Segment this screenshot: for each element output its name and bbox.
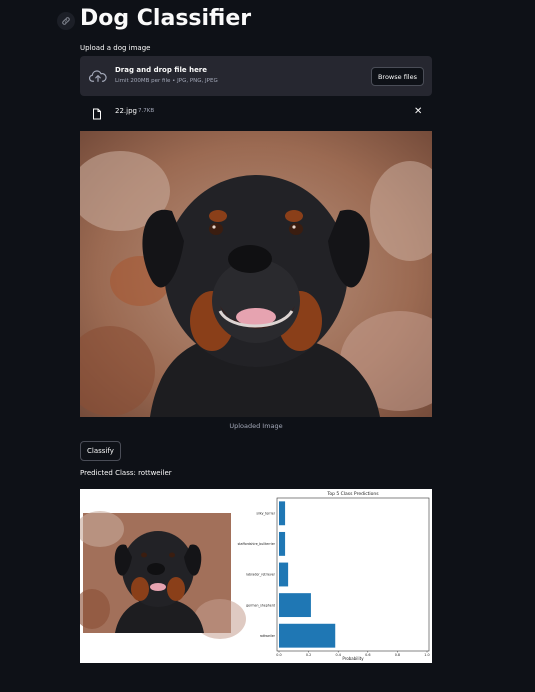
chart-y-tick-label: staffordshire_bullterrier [238,542,276,546]
browse-files-button[interactable]: Browse files [370,67,424,86]
chart-x-tick-label: 0.6 [365,653,370,657]
chart-y-tick-label: silky_terrier [256,512,275,516]
chart-bar-labrador_retriever [279,562,289,587]
chart-x-tick-label: 0.8 [395,653,400,657]
chart-bar-silky_terrier [279,501,286,526]
uploaded-file-name: 22.jpg [115,107,137,115]
predicted-class-text: Predicted Class: rottweiler [80,469,172,477]
dropzone-instructions: Drag and drop file here [115,66,208,74]
uploader-label: Upload a dog image [80,44,151,52]
chart-x-tick-label: 0.4 [335,653,340,657]
chart-title: Top 5 Class Predictions [326,491,379,497]
page-title: Dog Classifier [80,6,252,31]
remove-file-icon[interactable]: ✕ [414,106,422,117]
chart-x-tick-label: 0.0 [276,653,281,657]
chart-y-tick-label: rottweiler [260,634,276,638]
anchor-link-icon[interactable] [57,12,75,30]
file-icon [92,105,102,124]
result-figure-svg: Top 5 Class Predictions silky_terriersta… [80,491,430,661]
chart-bar-german_shepherd [279,593,311,618]
result-figure: Top 5 Class Predictions silky_terriersta… [80,489,432,663]
uploaded-dog-image [80,131,432,417]
result-dog-thumbnail [80,511,246,639]
chart-x-label: Probability [342,656,364,661]
chart-bar-staffordshire_bullterrier [279,531,286,556]
dropzone-limit-text: Limit 200MB per file • JPG, PNG, JPEG [115,78,218,84]
uploaded-file-size: 7.7KB [138,108,155,114]
image-caption: Uploaded Image [229,422,283,430]
chart-y-tick-label: labrador_retriever [246,573,275,577]
chart-x-tick-label: 0.2 [306,653,311,657]
chart-y-tick-label: german_shepherd [246,603,275,607]
chart-x-tick-label: 1.0 [424,653,429,657]
classify-button[interactable]: Classify [80,441,121,461]
file-dropzone[interactable]: Drag and drop file here Limit 200MB per … [80,56,432,96]
chart-bar-rottweiler [279,623,336,648]
cloud-upload-icon [88,68,107,87]
